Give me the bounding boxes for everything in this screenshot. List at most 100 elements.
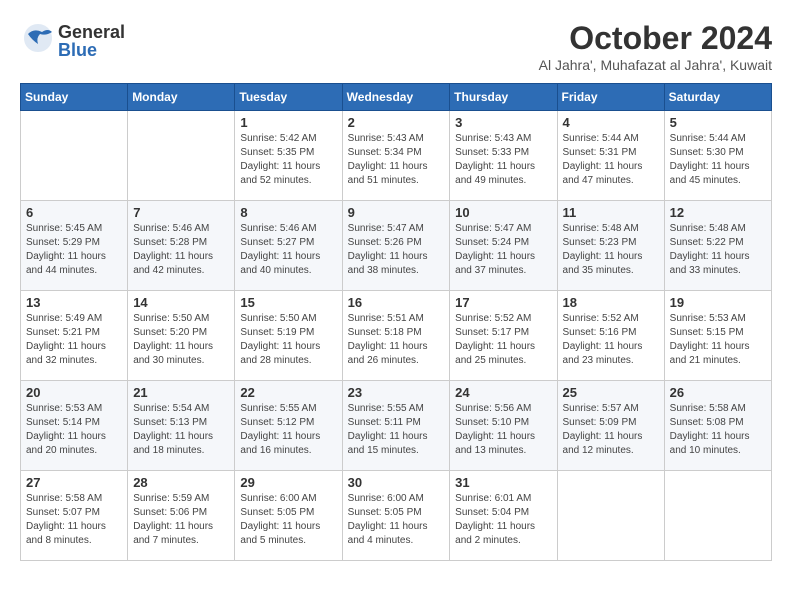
location-subtitle: Al Jahra', Muhafazat al Jahra', Kuwait — [539, 57, 772, 73]
day-number: 13 — [26, 295, 122, 310]
calendar-cell: 2 Sunrise: 5:43 AMSunset: 5:34 PMDaylight… — [342, 111, 450, 201]
day-number: 7 — [133, 205, 229, 220]
day-info: Sunrise: 5:43 AMSunset: 5:33 PMDaylight:… — [455, 132, 551, 188]
calendar-cell: 16Sunrise: 5:51 AMSunset: 5:18 PMDayligh… — [342, 291, 450, 381]
day-number: 21 — [133, 385, 229, 400]
calendar-cell: 30 Sunrise: 6:00 AMSunset: 5:05 PMDayligh… — [342, 471, 450, 561]
header-wednesday: Wednesday — [342, 84, 450, 111]
calendar-cell — [21, 111, 128, 201]
day-info: Sunrise: 5:52 AMSunset: 5:17 PMDaylight:… — [455, 312, 551, 368]
day-number: 17 — [455, 295, 551, 310]
day-number: 4 — [563, 115, 659, 130]
calendar-header: Sunday Monday Tuesday Wednesday Thursday… — [21, 84, 772, 111]
header-row: Sunday Monday Tuesday Wednesday Thursday… — [21, 84, 772, 111]
day-number: 20 — [26, 385, 122, 400]
calendar-cell: 25Sunrise: 5:57 AMSunset: 5:09 PMDayligh… — [557, 381, 664, 471]
logo-text: General Blue — [58, 23, 125, 59]
calendar-cell — [664, 471, 771, 561]
day-info: Sunrise: 5:53 AMSunset: 5:15 PMDaylight:… — [670, 312, 766, 368]
day-number: 8 — [240, 205, 336, 220]
day-info: Sunrise: 5:42 AMSunset: 5:35 PMDaylight:… — [240, 132, 336, 188]
day-info: Sunrise: 5:47 AMSunset: 5:26 PMDaylight:… — [348, 222, 445, 278]
day-info: Sunrise: 5:59 AMSunset: 5:06 PMDaylight:… — [133, 492, 229, 548]
day-info: Sunrise: 5:44 AMSunset: 5:31 PMDaylight:… — [563, 132, 659, 188]
calendar-cell: 19Sunrise: 5:53 AMSunset: 5:15 PMDayligh… — [664, 291, 771, 381]
calendar-cell: 7 Sunrise: 5:46 AMSunset: 5:28 PMDaylight… — [128, 201, 235, 291]
day-info: Sunrise: 5:55 AMSunset: 5:11 PMDaylight:… — [348, 402, 445, 458]
day-info: Sunrise: 5:44 AMSunset: 5:30 PMDaylight:… — [670, 132, 766, 188]
day-number: 29 — [240, 475, 336, 490]
calendar-cell: 4 Sunrise: 5:44 AMSunset: 5:31 PMDaylight… — [557, 111, 664, 201]
day-number: 2 — [348, 115, 445, 130]
day-info: Sunrise: 5:49 AMSunset: 5:21 PMDaylight:… — [26, 312, 122, 368]
day-info: Sunrise: 6:00 AMSunset: 5:05 PMDaylight:… — [240, 492, 336, 548]
day-info: Sunrise: 5:46 AMSunset: 5:28 PMDaylight:… — [133, 222, 229, 278]
day-info: Sunrise: 5:53 AMSunset: 5:14 PMDaylight:… — [26, 402, 122, 458]
header-saturday: Saturday — [664, 84, 771, 111]
calendar-cell: 10Sunrise: 5:47 AMSunset: 5:24 PMDayligh… — [450, 201, 557, 291]
day-info: Sunrise: 6:01 AMSunset: 5:04 PMDaylight:… — [455, 492, 551, 548]
day-number: 22 — [240, 385, 336, 400]
calendar-week-1: 1Sunrise: 5:42 AMSunset: 5:35 PMDaylight… — [21, 111, 772, 201]
day-info: Sunrise: 5:50 AMSunset: 5:19 PMDaylight:… — [240, 312, 336, 368]
day-number: 16 — [348, 295, 445, 310]
calendar-cell: 20 Sunrise: 5:53 AMSunset: 5:14 PMDayligh… — [21, 381, 128, 471]
calendar-cell: 18 Sunrise: 5:52 AMSunset: 5:16 PMDayligh… — [557, 291, 664, 381]
calendar-cell: 27Sunrise: 5:58 AMSunset: 5:07 PMDayligh… — [21, 471, 128, 561]
title-block: October 2024 Al Jahra', Muhafazat al Jah… — [539, 20, 772, 73]
day-info: Sunrise: 5:50 AMSunset: 5:20 PMDaylight:… — [133, 312, 229, 368]
day-info: Sunrise: 5:48 AMSunset: 5:22 PMDaylight:… — [670, 222, 766, 278]
day-number: 5 — [670, 115, 766, 130]
day-number: 30 — [348, 475, 445, 490]
logo-general: General — [58, 23, 125, 41]
page-header: General Blue October 2024 Al Jahra', Muh… — [20, 20, 772, 73]
day-info: Sunrise: 5:48 AMSunset: 5:23 PMDaylight:… — [563, 222, 659, 278]
calendar-cell: 6 Sunrise: 5:45 AMSunset: 5:29 PMDaylight… — [21, 201, 128, 291]
calendar-cell: 21 Sunrise: 5:54 AMSunset: 5:13 PMDayligh… — [128, 381, 235, 471]
day-info: Sunrise: 5:54 AMSunset: 5:13 PMDaylight:… — [133, 402, 229, 458]
calendar-cell — [128, 111, 235, 201]
header-tuesday: Tuesday — [235, 84, 342, 111]
calendar-cell: 17 Sunrise: 5:52 AMSunset: 5:17 PMDayligh… — [450, 291, 557, 381]
day-info: Sunrise: 5:58 AMSunset: 5:08 PMDaylight:… — [670, 402, 766, 458]
calendar-cell: 14 Sunrise: 5:50 AMSunset: 5:20 PMDayligh… — [128, 291, 235, 381]
calendar-cell: 8Sunrise: 5:46 AMSunset: 5:27 PMDaylight… — [235, 201, 342, 291]
calendar-cell: 9 Sunrise: 5:47 AMSunset: 5:26 PMDaylight… — [342, 201, 450, 291]
day-info: Sunrise: 6:00 AMSunset: 5:05 PMDaylight:… — [348, 492, 445, 548]
day-info: Sunrise: 5:58 AMSunset: 5:07 PMDaylight:… — [26, 492, 122, 548]
calendar-cell: 31Sunrise: 6:01 AMSunset: 5:04 PMDayligh… — [450, 471, 557, 561]
day-info: Sunrise: 5:43 AMSunset: 5:34 PMDaylight:… — [348, 132, 445, 188]
day-info: Sunrise: 5:55 AMSunset: 5:12 PMDaylight:… — [240, 402, 336, 458]
day-number: 23 — [348, 385, 445, 400]
calendar-cell: 1Sunrise: 5:42 AMSunset: 5:35 PMDaylight… — [235, 111, 342, 201]
logo-icon — [20, 20, 56, 61]
day-number: 14 — [133, 295, 229, 310]
day-number: 11 — [563, 205, 659, 220]
calendar-table: Sunday Monday Tuesday Wednesday Thursday… — [20, 83, 772, 561]
header-thursday: Thursday — [450, 84, 557, 111]
header-friday: Friday — [557, 84, 664, 111]
calendar-week-2: 6 Sunrise: 5:45 AMSunset: 5:29 PMDaylight… — [21, 201, 772, 291]
calendar-cell: 5 Sunrise: 5:44 AMSunset: 5:30 PMDaylight… — [664, 111, 771, 201]
day-number: 10 — [455, 205, 551, 220]
month-title: October 2024 — [539, 20, 772, 57]
day-number: 18 — [563, 295, 659, 310]
day-number: 24 — [455, 385, 551, 400]
calendar-cell: 3 Sunrise: 5:43 AMSunset: 5:33 PMDaylight… — [450, 111, 557, 201]
day-number: 6 — [26, 205, 122, 220]
logo-blue: Blue — [58, 41, 125, 59]
day-number: 3 — [455, 115, 551, 130]
calendar-cell — [557, 471, 664, 561]
calendar-cell: 12Sunrise: 5:48 AMSunset: 5:22 PMDayligh… — [664, 201, 771, 291]
calendar-week-3: 13 Sunrise: 5:49 AMSunset: 5:21 PMDayligh… — [21, 291, 772, 381]
calendar-cell: 24 Sunrise: 5:56 AMSunset: 5:10 PMDayligh… — [450, 381, 557, 471]
day-number: 15 — [240, 295, 336, 310]
day-info: Sunrise: 5:45 AMSunset: 5:29 PMDaylight:… — [26, 222, 122, 278]
day-number: 25 — [563, 385, 659, 400]
day-number: 26 — [670, 385, 766, 400]
day-info: Sunrise: 5:56 AMSunset: 5:10 PMDaylight:… — [455, 402, 551, 458]
day-number: 9 — [348, 205, 445, 220]
calendar-cell: 23 Sunrise: 5:55 AMSunset: 5:11 PMDayligh… — [342, 381, 450, 471]
day-info: Sunrise: 5:52 AMSunset: 5:16 PMDaylight:… — [563, 312, 659, 368]
calendar-week-5: 27Sunrise: 5:58 AMSunset: 5:07 PMDayligh… — [21, 471, 772, 561]
